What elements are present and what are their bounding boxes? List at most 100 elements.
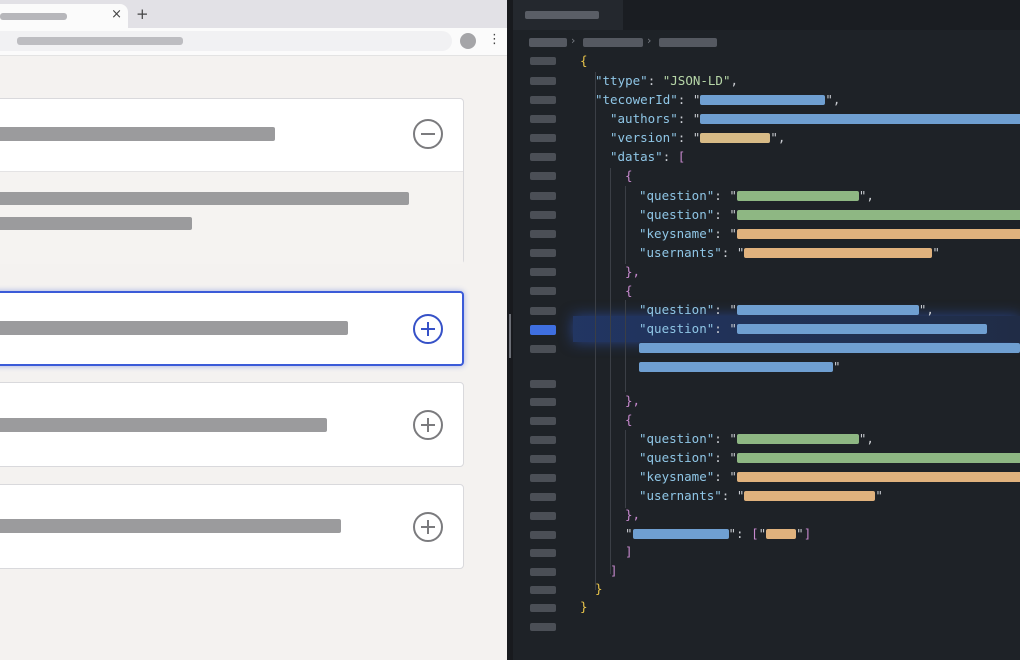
code-line: "authors": " — [610, 109, 1020, 128]
code-line-wrap — [639, 338, 1020, 357]
json-key: "question" — [639, 207, 715, 222]
code-line: { — [625, 410, 633, 429]
redacted-value — [736, 434, 859, 444]
close-brace: } — [580, 599, 588, 614]
redacted-value — [700, 95, 826, 105]
faq-answer-line-redacted — [0, 217, 192, 230]
code-line: } — [580, 597, 588, 616]
browser-tab[interactable]: × — [0, 4, 128, 28]
code-text[interactable]: { "ttype": "JSON-LD", "tecowerId": " ", "… — [513, 0, 1020, 660]
redacted-value — [736, 324, 987, 334]
minus-circle-icon[interactable] — [413, 119, 443, 149]
profile-avatar[interactable] — [460, 33, 476, 49]
redacted-key — [632, 529, 729, 539]
faq-answer-panel — [0, 171, 463, 264]
code-line: ] — [610, 561, 618, 580]
open-brace: { — [625, 283, 633, 298]
close-brace: }, — [625, 507, 641, 522]
redacted-value — [766, 529, 797, 539]
json-key: "keysname" — [639, 226, 715, 241]
code-line: { — [625, 166, 633, 185]
json-key: "question" — [639, 188, 715, 203]
code-line: { — [625, 281, 633, 300]
json-key: "tecowerId" — [595, 92, 678, 107]
tab-strip: × + — [0, 0, 507, 28]
redacted-value — [700, 133, 771, 143]
drag-handle[interactable] — [509, 314, 511, 358]
plus-circle-icon[interactable] — [413, 410, 443, 440]
redacted-value — [736, 453, 1020, 463]
faq-item[interactable] — [0, 382, 464, 467]
redacted-value — [744, 491, 876, 501]
code-line: }, — [625, 262, 640, 281]
open-brace: { — [580, 53, 588, 68]
code-editor: › › {"ttype": "JSON-LD", "tecowerId": "… — [513, 0, 1020, 660]
faq-item-focused[interactable] — [0, 291, 464, 366]
faq-item-expanded[interactable] — [0, 98, 464, 264]
code-line: "tecowerId": " ", — [595, 92, 841, 107]
close-bracket: ] — [610, 563, 618, 578]
redacted-value — [736, 210, 1020, 220]
faq-question-redacted — [0, 321, 348, 335]
faq-answer-line-redacted — [0, 192, 409, 205]
code-line-active: "question": " — [639, 319, 987, 338]
faq-item[interactable] — [0, 484, 464, 569]
json-key: "authors" — [610, 111, 678, 126]
new-tab-icon[interactable]: + — [136, 5, 149, 23]
json-string: "JSON-LD" — [662, 73, 731, 88]
browser-toolbar: ⋮ — [0, 28, 507, 56]
code-line: "question": " ", — [639, 302, 934, 317]
close-brace: }, — [625, 393, 641, 408]
redacted-value — [736, 305, 919, 315]
code-line: "question": " ", — [639, 431, 874, 446]
address-bar[interactable] — [0, 31, 452, 51]
open-brace: { — [625, 412, 633, 427]
json-key: "question" — [639, 431, 715, 446]
url-text-redacted — [17, 37, 183, 45]
code-line: "keysname": " — [639, 467, 1020, 486]
json-key: "question" — [639, 302, 715, 317]
code-line: "question": " ", — [639, 188, 874, 203]
faq-question-redacted — [0, 418, 327, 432]
browser-menu-icon[interactable]: ⋮ — [488, 30, 501, 50]
code-line: { — [580, 51, 588, 70]
code-line: "keysname": " — [639, 224, 1020, 243]
json-key: "keysname" — [639, 469, 715, 484]
code-line: "version": " ", — [610, 130, 786, 145]
json-key: "ttype" — [595, 73, 648, 88]
browser-window: × + ⋮ — [0, 0, 507, 660]
redacted-value — [639, 343, 1020, 353]
redacted-value — [744, 248, 933, 258]
json-key: "usernants" — [639, 245, 722, 260]
faq-question-redacted — [0, 519, 341, 533]
redacted-value — [736, 191, 859, 201]
plus-circle-icon[interactable] — [413, 314, 443, 344]
json-key: "usernants" — [639, 488, 722, 503]
tab-title-redacted — [0, 13, 67, 20]
code-line: ] — [625, 542, 633, 561]
code-line: "usernants": " " — [639, 488, 883, 503]
close-brace: }, — [625, 264, 641, 279]
code-line: "usernants": " " — [639, 245, 940, 260]
json-key: "question" — [639, 321, 715, 336]
code-line-wrap: " — [639, 357, 841, 376]
code-line: " ": [" "] — [625, 526, 812, 541]
redacted-value — [736, 472, 1020, 482]
json-key: "datas" — [610, 149, 663, 164]
json-key: "question" — [639, 450, 715, 465]
faq-question-redacted — [0, 127, 275, 141]
code-line: "ttype": "JSON-LD", — [595, 73, 739, 88]
redacted-value — [700, 114, 1020, 124]
plus-circle-icon[interactable] — [413, 512, 443, 542]
redacted-value — [639, 362, 833, 372]
code-line: "question": " — [639, 205, 1020, 224]
code-line: "question": " — [639, 448, 1020, 467]
open-brace: { — [625, 168, 633, 183]
code-line: }, — [625, 505, 640, 524]
redacted-value — [736, 229, 1020, 239]
json-key: "version" — [610, 130, 678, 145]
code-line: }, — [625, 391, 640, 410]
open-bracket: [ — [677, 149, 686, 164]
close-bracket: ] — [625, 544, 633, 559]
tab-close-icon[interactable]: × — [111, 7, 122, 23]
